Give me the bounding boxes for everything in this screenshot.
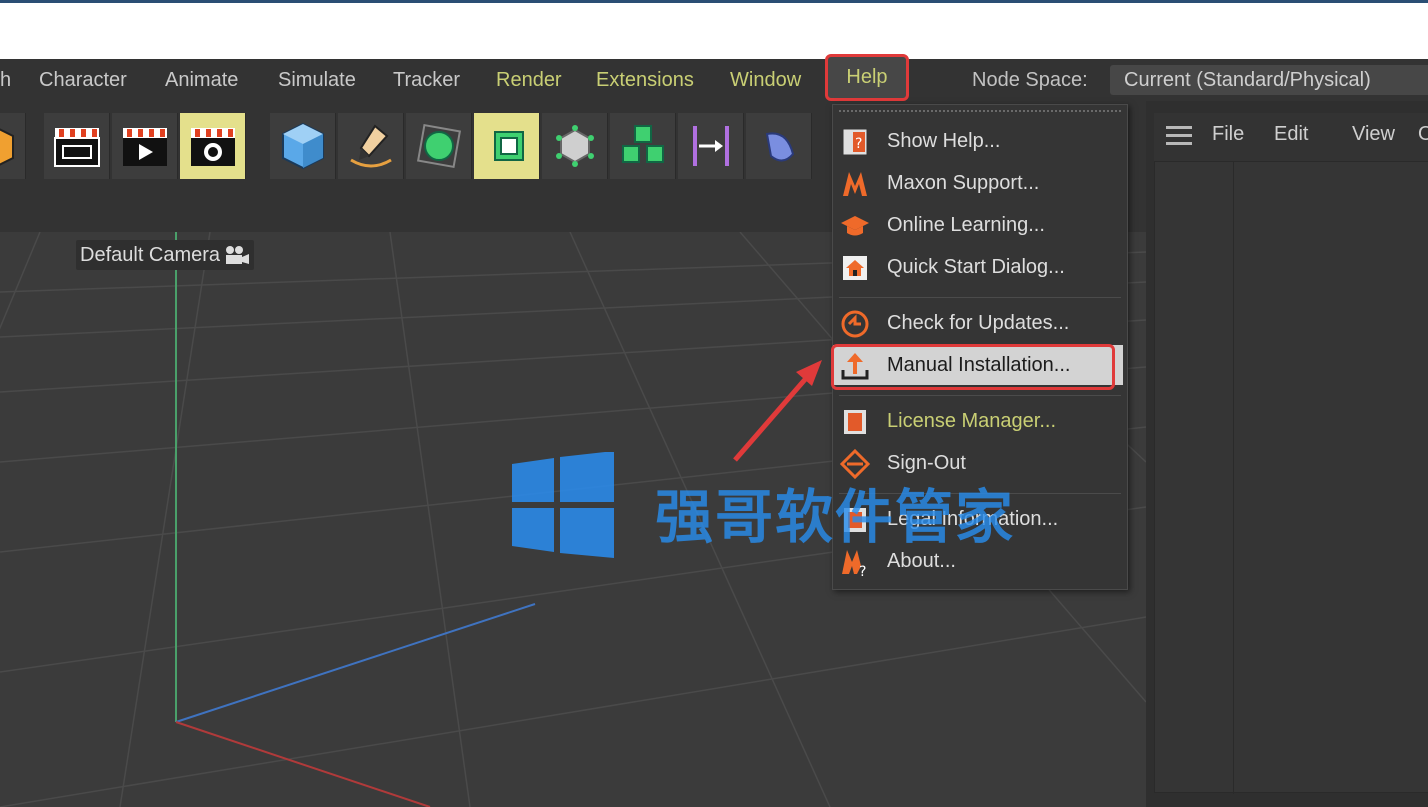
pen-spline-icon: [349, 124, 392, 168]
toolbar-button-render-settings[interactable]: [180, 113, 246, 179]
menu-item-sign-out[interactable]: Sign-Out: [833, 443, 1127, 483]
render-view-clapper-icon: [53, 128, 100, 167]
menu-tear-off-handle[interactable]: [839, 110, 1121, 113]
about-icon: ?: [842, 550, 866, 578]
toolbar-button-subdivision[interactable]: [406, 113, 472, 179]
toolbar-button-extrude[interactable]: [474, 113, 540, 179]
menu-item-about[interactable]: ? About...: [833, 541, 1127, 581]
menu-item-maxon-support[interactable]: Maxon Support...: [833, 163, 1127, 203]
toolbar-button-pen[interactable]: [338, 113, 404, 179]
help-dropdown-menu: ? Show Help... Maxon Support... Online L…: [832, 104, 1128, 590]
menu-extensions[interactable]: Extensions: [596, 59, 694, 101]
menu-item-license-manager[interactable]: License Manager...: [833, 401, 1127, 441]
render-to-picture-viewer-icon: [122, 128, 167, 166]
toolbar-button-mograph[interactable]: [610, 113, 676, 179]
toolbar-button-cube[interactable]: [270, 113, 336, 179]
menu-window[interactable]: Window: [730, 59, 801, 101]
legal-info-icon: [844, 508, 866, 532]
menu-separator: [839, 493, 1121, 494]
object-manager-panel: File Edit View O: [1146, 101, 1428, 807]
toolbar-button-render-view[interactable]: [44, 113, 110, 179]
om-menu-object[interactable]: O: [1418, 113, 1428, 155]
license-manager-icon: [844, 410, 866, 434]
cube-object-icon: [281, 122, 324, 170]
window-top-border: [0, 0, 1428, 3]
camera-label-text: Default Camera: [80, 244, 221, 266]
toolbar-button-cloner[interactable]: [542, 113, 608, 179]
manual-install-icon: [841, 353, 869, 380]
menu-separator: [839, 297, 1121, 298]
mograph-cubes-icon: [621, 125, 664, 163]
toolbar-button-deformer[interactable]: [678, 113, 744, 179]
cloner-icon: [555, 125, 594, 167]
node-space-label: Node Space:: [972, 69, 1088, 91]
menu-item-legal-information[interactable]: Legal Information...: [833, 499, 1127, 539]
sign-out-icon: [839, 448, 871, 480]
om-menu-view[interactable]: View: [1352, 113, 1395, 155]
extrude-generator-icon: [493, 131, 524, 161]
menu-animate[interactable]: Animate: [165, 59, 238, 101]
column-divider: [1233, 162, 1234, 794]
toolbar-button-partial[interactable]: [0, 113, 26, 179]
om-menu-file[interactable]: File: [1212, 113, 1244, 155]
om-menu-edit[interactable]: Edit: [1274, 113, 1308, 155]
graduation-cap-icon: [841, 216, 869, 236]
main-menubar: h Character Animate Simulate Tracker Ren…: [0, 54, 1428, 101]
node-space-dropdown[interactable]: Current (Standard/Physical): [1110, 65, 1428, 95]
menu-separator: [839, 395, 1121, 396]
menu-item-quick-start[interactable]: Quick Start Dialog...: [833, 247, 1127, 287]
toolbar-button-render-picture-viewer[interactable]: [112, 113, 178, 179]
camera-icon: [226, 246, 250, 264]
cube-partial-icon: [0, 128, 14, 166]
menu-item-show-help[interactable]: ? Show Help...: [833, 121, 1127, 161]
default-camera-label[interactable]: Default Camera: [76, 240, 255, 270]
toolbar-button-field[interactable]: [746, 113, 812, 179]
menu-tracker[interactable]: Tracker: [393, 59, 460, 101]
object-manager-menubar: File Edit View O: [1154, 113, 1428, 161]
menu-mesh[interactable]: h: [0, 59, 11, 101]
menu-item-online-learning[interactable]: Online Learning...: [833, 205, 1127, 245]
svg-text:?: ?: [859, 564, 866, 578]
menu-item-check-updates[interactable]: Check for Updates...: [833, 303, 1127, 343]
deformer-bend-icon: [692, 126, 729, 166]
hamburger-menu-icon[interactable]: [1166, 126, 1192, 146]
svg-text:?: ?: [855, 136, 862, 152]
menu-simulate[interactable]: Simulate: [278, 59, 356, 101]
object-list[interactable]: [1154, 161, 1428, 794]
menu-render[interactable]: Render: [496, 59, 562, 101]
update-check-icon: [841, 310, 869, 338]
render-settings-icon: [190, 128, 235, 166]
show-help-icon: ?: [842, 128, 868, 156]
menu-item-manual-installation[interactable]: Manual Installation...: [833, 345, 1123, 385]
subdivision-surface-icon: [416, 123, 461, 169]
field-icon: [765, 132, 794, 162]
menu-help[interactable]: Help: [825, 54, 909, 101]
home-icon: [843, 256, 867, 280]
maxon-logo-icon: [843, 172, 867, 196]
menu-character[interactable]: Character: [39, 59, 127, 101]
app-window: h Character Animate Simulate Tracker Ren…: [0, 0, 1428, 807]
